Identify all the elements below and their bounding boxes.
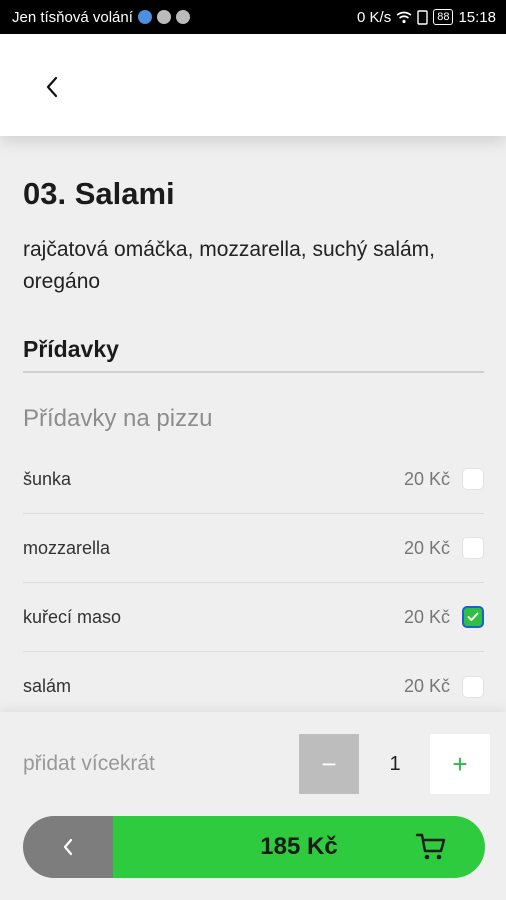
option-price: 20 Kč <box>403 676 450 696</box>
status-right: 0 K/s 88 15:18 <box>357 9 496 26</box>
notification-icon <box>156 10 171 24</box>
option-name: mozzarella <box>23 537 111 558</box>
option-checkbox[interactable] <box>462 675 484 698</box>
back-button[interactable] <box>32 70 72 104</box>
option-checkbox[interactable] <box>462 537 484 559</box>
battery-icon: 88 <box>433 9 454 25</box>
carrier-text: Jen tísňová volání <box>12 8 133 26</box>
cart-price: 185 Kč <box>260 833 338 860</box>
option-checkbox[interactable] <box>462 468 484 490</box>
status-bar: Jen tísňová volání 0 K/s 88 15:18 <box>0 0 506 34</box>
option-row[interactable]: salám 20 Kč <box>23 652 484 712</box>
decrease-quantity-button[interactable]: − <box>299 734 359 794</box>
cart-icon <box>415 833 446 860</box>
options-list: šunka 20 Kč mozzarella 20 Kč kuřecí maso… <box>23 445 484 712</box>
wifi-icon <box>396 11 412 23</box>
option-price: 20 Kč <box>403 468 450 489</box>
option-name: salám <box>23 676 72 696</box>
product-title: 03. Salami <box>23 176 175 211</box>
bottom-panel: přidat vícekrát − 1 + 185 Kč <box>0 712 506 900</box>
section-title: Přídavky <box>23 336 484 373</box>
option-price: 20 Kč <box>403 606 450 627</box>
shield-icon <box>137 10 152 24</box>
option-right: 20 Kč <box>404 537 484 559</box>
option-right: 20 Kč <box>404 606 484 628</box>
clock: 15:18 <box>458 8 496 26</box>
cart-back-button[interactable] <box>23 816 113 878</box>
add-to-cart-button[interactable]: 185 Kč <box>113 816 485 878</box>
app-notification-icon <box>175 10 190 24</box>
option-right: 20 Kč <box>404 468 484 490</box>
option-row[interactable]: kuřecí maso 20 Kč <box>23 583 484 652</box>
cart-bar: 185 Kč <box>23 816 485 878</box>
option-row[interactable]: šunka 20 Kč <box>23 445 484 514</box>
product-description: rajčatová omáčka, mozzarella, suchý salá… <box>23 238 435 293</box>
option-checkbox[interactable] <box>462 606 484 628</box>
add-multiple-label: přidat vícekrát <box>23 752 155 775</box>
option-price: 20 Kč <box>403 537 450 558</box>
chevron-left-icon <box>46 76 58 98</box>
option-name: kuřecí maso <box>23 606 122 627</box>
group-label: Přídavky na pizzu <box>23 405 213 432</box>
net-speed: 0 K/s <box>357 8 392 26</box>
product-detail: 03. Salami rajčatová omáčka, mozzarella,… <box>0 136 506 712</box>
option-right: 20 Kč <box>403 675 484 698</box>
sim-icon <box>417 9 428 25</box>
quantity-value: 1 <box>389 752 401 775</box>
chevron-left-icon <box>63 838 73 856</box>
app-bar <box>0 34 506 136</box>
increase-quantity-button[interactable]: + <box>430 734 490 794</box>
status-left: Jen tísňová volání <box>12 9 190 26</box>
check-icon <box>467 612 479 621</box>
option-row[interactable]: mozzarella 20 Kč <box>23 514 484 583</box>
option-name: šunka <box>23 468 72 489</box>
